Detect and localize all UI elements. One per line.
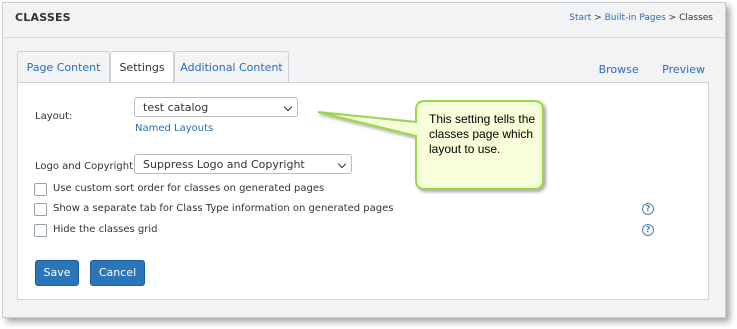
callout-shape: [317, 100, 544, 190]
callout-text: This setting tells the classes page whic…: [429, 112, 536, 156]
